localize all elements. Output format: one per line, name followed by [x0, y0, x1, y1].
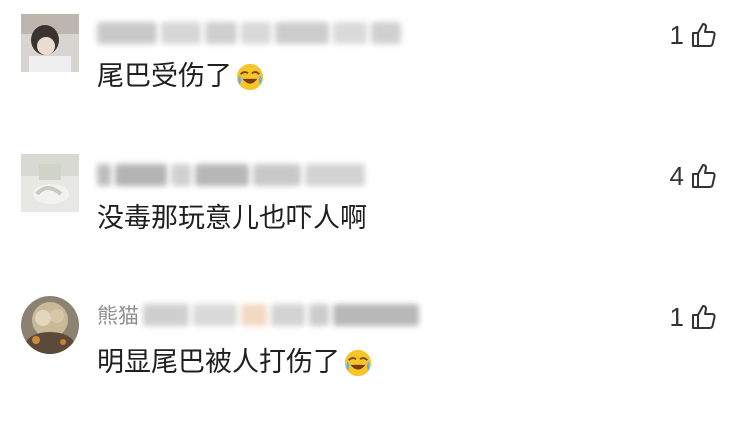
avatar[interactable]: [21, 154, 79, 212]
comment-text: 明显尾巴被人打伤了: [97, 346, 373, 380]
like-count: 1: [669, 19, 684, 50]
comment-text-content: 没毒那玩意儿也吓人啊: [97, 203, 367, 234]
like-count: 4: [669, 160, 684, 191]
comment-meta: 熊猫: [97, 300, 423, 330]
thumbs-up-icon: [692, 23, 716, 47]
comment-meta-blurred: [97, 18, 405, 48]
comment-text-content: 尾巴受伤了: [97, 61, 232, 92]
comment-item: 尾巴受伤了 1: [0, 0, 750, 120]
username[interactable]: 熊猫: [97, 300, 139, 330]
thumbs-up-icon: [692, 164, 716, 188]
avatar[interactable]: [21, 296, 79, 354]
comment-text-content: 明显尾巴被人打伤了: [97, 347, 340, 378]
comment-item: 熊猫 明显尾巴被人打伤了 1: [0, 282, 750, 412]
thumbs-up-icon: [692, 305, 716, 329]
like-button[interactable]: 1: [670, 18, 718, 52]
comment-item: 没毒那玩意儿也吓人啊 4: [0, 140, 750, 260]
comment-meta-blurred: [97, 160, 369, 190]
like-button[interactable]: 1: [670, 300, 718, 334]
comment-text: 尾巴受伤了: [97, 60, 265, 94]
avatar[interactable]: [21, 14, 79, 72]
crying-laughing-emoji-icon: [236, 63, 264, 91]
comment-text: 没毒那玩意儿也吓人啊: [97, 202, 367, 236]
like-count: 1: [669, 301, 684, 332]
crying-laughing-emoji-icon: [344, 349, 372, 377]
like-button[interactable]: 4: [670, 159, 718, 193]
